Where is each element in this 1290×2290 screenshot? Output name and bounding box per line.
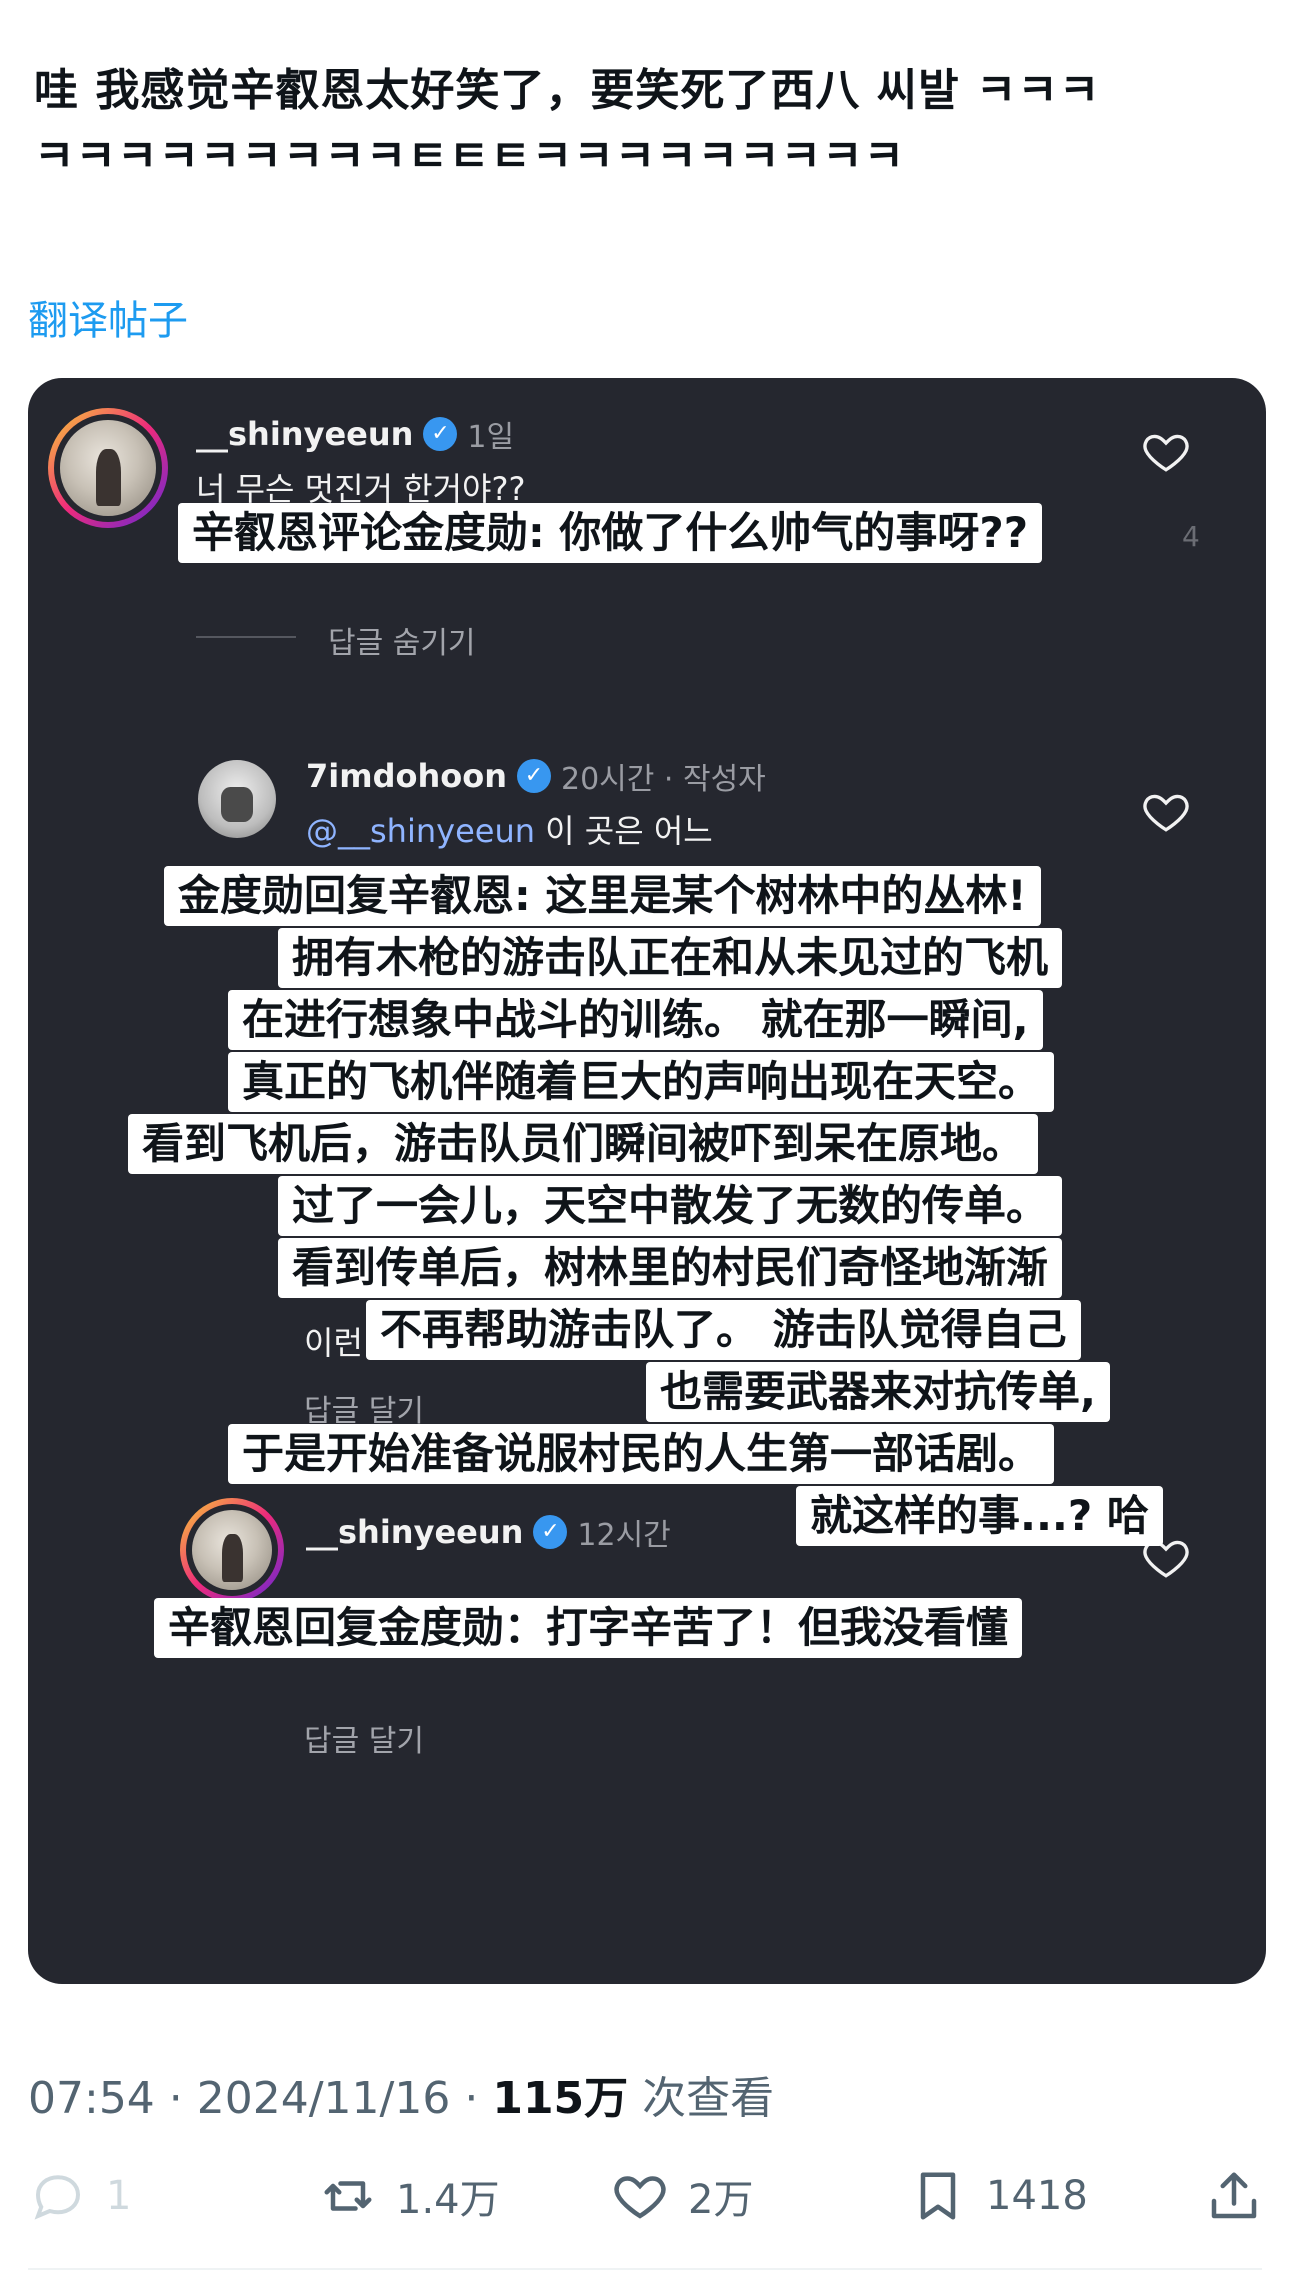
translate-post-link[interactable]: 翻译帖子 <box>28 288 188 346</box>
comment-1-time: 1일 <box>467 420 515 455</box>
share-icon <box>1211 2172 1257 2219</box>
comment-2-header: 7imdohoon ✓ 20시간 · 작성자 <box>306 754 766 798</box>
bookmark-count: 1418 <box>986 2173 1088 2219</box>
heart-icon[interactable] <box>1138 786 1194 836</box>
avatar-7imdohoon[interactable] <box>198 760 276 838</box>
view-count: 115万 <box>492 2073 629 2124</box>
comment-2-time: 20시간 · 작성자 <box>561 762 766 797</box>
verified-badge-icon: ✓ <box>423 417 458 451</box>
comment-3-time: 12시간 <box>577 1518 671 1553</box>
post-meta: 07:54 · 2024/11/16 · 115万 次查看 <box>28 2062 774 2126</box>
translation-comment-3: 辛叡恩回复金度勋：打字辛苦了！但我没看懂 <box>154 1598 1023 1658</box>
view-label: 次查看 <box>628 2073 775 2124</box>
reply-icon <box>34 2175 81 2220</box>
translation-line: 于是开始准备说服村民的人生第一部话剧。 <box>228 1424 1055 1484</box>
comment-2-mention[interactable]: @__shinyeeun <box>306 812 535 850</box>
post-text-line-1: 哇 我感觉辛叡恩太好笑了，要笑死了西八 씨발 ㅋㅋㅋ <box>34 65 1101 116</box>
post-timestamp: 07:54 · 2024/11/16 · <box>28 2073 493 2124</box>
translation-line: 过了一会儿，天空中散发了无数的传单。 <box>278 1176 1063 1236</box>
translation-line: 金度勋回复辛叡恩: 这里是某个树林中的丛林! <box>164 866 1041 926</box>
translation-line: 就这样的事...? 哈 <box>796 1486 1163 1546</box>
post-text-line-2: ㅋㅋㅋㅋㅋㅋㅋㅋㅋㅌㅌㅌㅋㅋㅋㅋㅋㅋㅋㅋㅋ <box>34 131 906 182</box>
divider <box>28 2268 1262 2270</box>
bookmark-icon <box>920 2172 956 2220</box>
translation-line: 在进行想象中战斗的训练。 就在那一瞬间, <box>228 990 1043 1050</box>
comment-2-text: @__shinyeeun 이 곳은 어느 <box>306 806 713 852</box>
translation-comment-1: 辛叡恩评论金度勋: 你做了什么帅气的事呀?? <box>178 503 1043 563</box>
faint-digit: 4 <box>1182 520 1200 553</box>
translation-line: 真正的飞机伴随着巨大的声响出现在天空。 <box>228 1052 1055 1112</box>
verified-badge-icon: ✓ <box>533 1515 568 1549</box>
retweet-icon <box>324 2181 372 2211</box>
retweet-count: 1.4万 <box>396 2177 500 2223</box>
translation-line: 不再帮助游击队了。 游击队觉得自己 <box>366 1300 1081 1360</box>
comment-1-header: __shinyeeun ✓ 1일 <box>196 412 514 456</box>
bookmark-button[interactable]: 1418 <box>908 2166 1088 2226</box>
like-button[interactable]: 2万 <box>610 2166 753 2226</box>
translation-line: 也需要武器来对抗传单, <box>646 1362 1110 1422</box>
like-count: 2万 <box>688 2177 754 2223</box>
hide-replies-button[interactable]: 답글 숨기기 <box>328 618 476 662</box>
heart-icon[interactable] <box>1138 426 1194 476</box>
divider <box>196 636 296 638</box>
share-button[interactable] <box>1204 2166 1282 2226</box>
comment-2-partial-text: 이런 <box>304 1324 363 1362</box>
comment-2-text-body: 이 곳은 어느 <box>535 812 713 850</box>
retweet-button[interactable]: 1.4万 <box>318 2166 500 2226</box>
verified-badge-icon: ✓ <box>517 759 551 793</box>
comment-3-reply-button[interactable]: 답글 달기 <box>304 1716 424 1760</box>
translation-line: 拥有木枪的游击队正在和从未见过的飞机 <box>278 928 1063 988</box>
avatar-shinyeeun[interactable] <box>48 408 168 528</box>
translation-line: 看到飞机后，游击队员们瞬间被吓到呆在原地。 <box>128 1114 1039 1174</box>
comment-3-header: __shinyeeun ✓ 12시간 <box>306 1510 671 1554</box>
reply-count: 1 <box>106 2173 132 2219</box>
embedded-screenshot: __shinyeeun ✓ 1일 너 무슨 멋진거 한거야?? 4 답글 숨기기… <box>28 378 1266 1984</box>
action-bar: 1 1.4万 2万 1418 <box>28 2166 1262 2246</box>
post-text: 哇 我感觉辛叡恩太好笑了，要笑死了西八 씨발 ㅋㅋㅋ ㅋㅋㅋㅋㅋㅋㅋㅋㅋㅌㅌㅌㅋ… <box>34 58 1264 190</box>
reply-button[interactable]: 1 <box>28 2166 131 2226</box>
comment-1-username[interactable]: __shinyeeun <box>196 415 413 453</box>
like-icon <box>614 2176 666 2219</box>
comment-2-username[interactable]: 7imdohoon <box>306 757 507 795</box>
comment-3-username[interactable]: __shinyeeun <box>306 1513 523 1551</box>
translation-line: 看到传单后，树林里的村民们奇怪地渐渐 <box>278 1238 1063 1298</box>
avatar-shinyeeun[interactable] <box>180 1498 284 1602</box>
